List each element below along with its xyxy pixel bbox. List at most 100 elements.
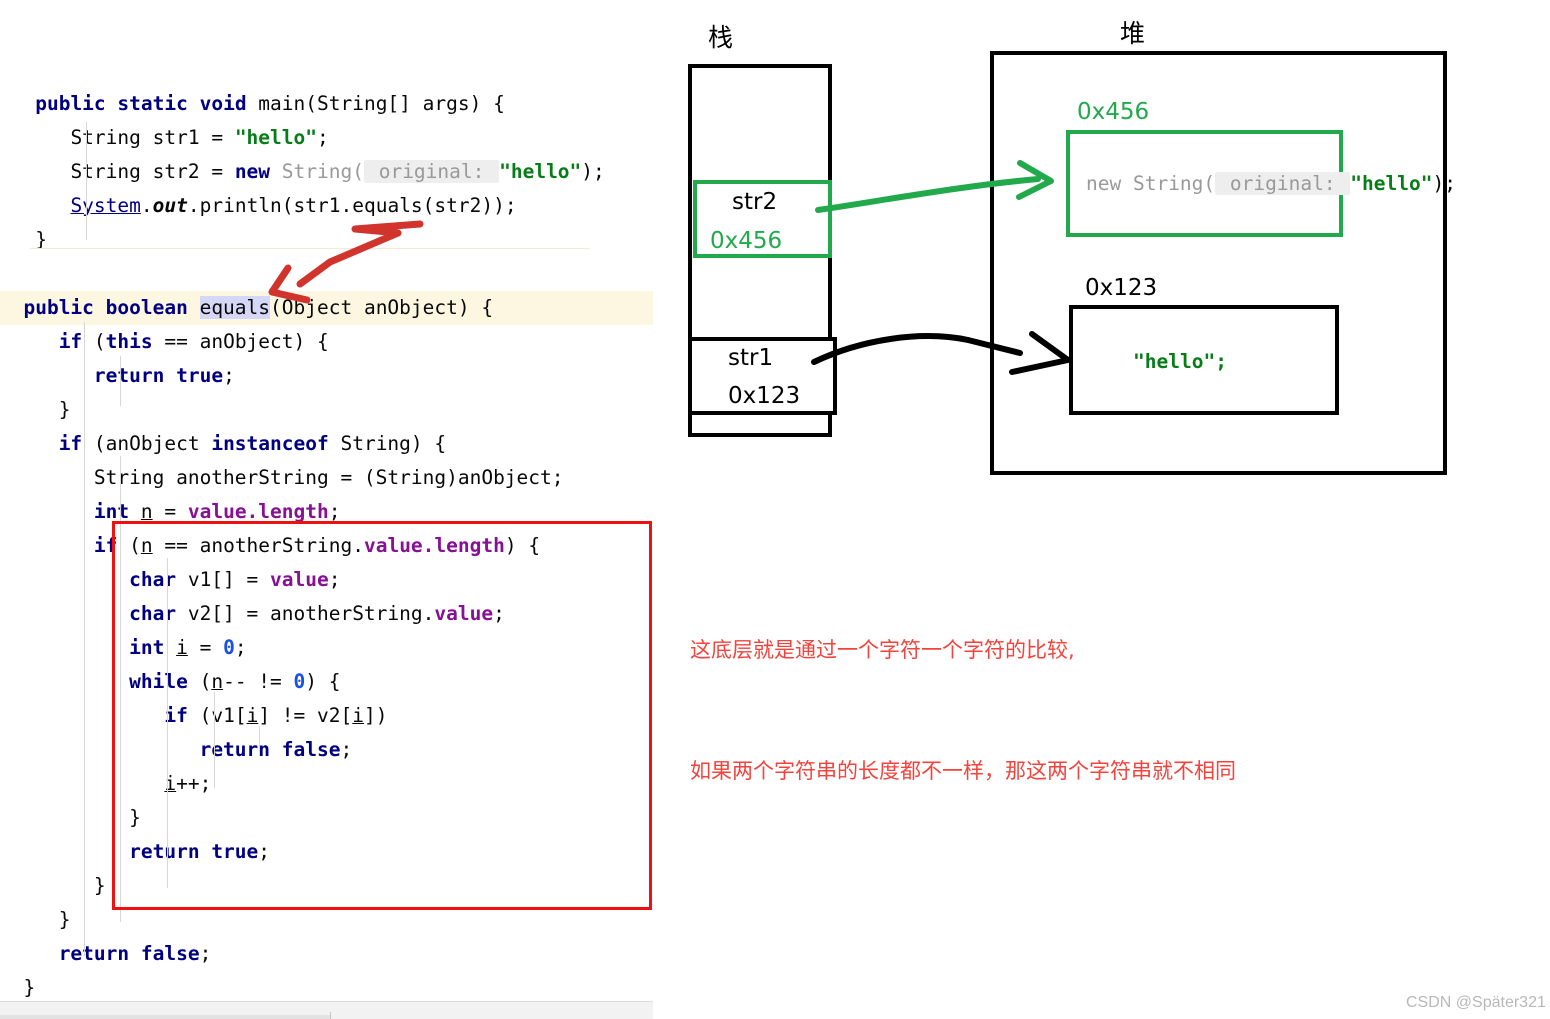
code-token: new [1086,172,1133,195]
code-line[interactable]: } [0,869,653,903]
code-line[interactable]: } [0,903,653,937]
indent-guide [84,322,85,956]
code-token: value.length [363,534,505,557]
heap-label: 堆 [1120,19,1146,48]
code-line[interactable]: return false; [0,937,653,971]
indent-guide [86,122,87,240]
code-line[interactable]: if (v1[i] != v2[i]) [0,699,653,733]
code-token: ; [317,126,329,149]
code-line[interactable] [0,257,653,291]
code-token: int [129,636,177,659]
code-line[interactable]: System.out.println(str1.equals(str2)); [0,189,653,223]
annotation-note-2: 如果两个字符串的长度都不一样，那这两个字符串就不相同 [690,759,1236,783]
editor-horizontal-scrollbar[interactable] [0,1001,653,1019]
code-token: ); [581,160,605,183]
code-line[interactable]: while (n-- != 0) { [0,665,653,699]
method-separator [30,248,590,249]
code-token: = [152,500,188,523]
code-token: original: [363,160,500,183]
indent-guide [120,456,121,922]
code-token: public [23,296,106,319]
code-token: "hello" [1133,350,1216,373]
code-token: ( [199,670,212,693]
code-token: return [129,840,212,863]
code-line[interactable]: String str1 = "hello"; [0,121,653,155]
code-token: ; [1215,350,1227,373]
code-line[interactable]: } [0,223,653,257]
code-line[interactable]: } [0,801,653,835]
code-editor-pane[interactable]: public static void main(String[] args) {… [0,0,653,1001]
code-token: == anObject) { [164,330,329,353]
code-token: while [129,670,200,693]
code-line[interactable]: if (n == anotherString.value.length) { [0,529,653,563]
code-token: } [23,976,36,999]
code-token: true [211,840,259,863]
code-token: n [140,534,153,557]
indent-guide [214,692,215,788]
code-token: ; [493,602,505,625]
code-token: 0 [293,670,306,693]
indent-guide [120,356,121,406]
code-line[interactable]: int n = value.length; [0,495,653,529]
heap-object-0x456-address: 0x456 [1077,99,1150,125]
code-token: value [434,602,494,625]
stack-cell-str1-address: 0x123 [728,383,801,409]
code-token: ) { [504,534,541,557]
code-line[interactable]: if (anObject instanceof String) { [0,427,653,461]
code-token: i [246,704,259,727]
code-token: i [352,704,364,727]
code-token: String anotherString = (String)anObject; [93,466,564,489]
code-token: main(String[] args) { [258,92,505,115]
code-line[interactable]: return true; [0,835,653,869]
code-line[interactable]: char v1[] = value; [0,563,653,597]
code-line[interactable]: } [0,393,653,427]
code-token: int [93,500,141,523]
code-token: if [93,534,130,557]
stack-cell-str2-name: str2 [732,189,778,215]
code-line[interactable]: public boolean equals(Object anObject) { [0,291,653,325]
indent-guide [167,558,168,888]
stack-label: 栈 [708,23,734,52]
code-token: original: [1215,172,1351,195]
code-token: . [140,194,153,217]
code-token: ; [199,942,212,965]
code-token: String( [1132,172,1216,195]
code-token: return [58,942,141,965]
code-token: (v1[ [199,704,247,727]
code-line[interactable]: char v2[] = anotherString.value; [0,597,653,631]
code-token: "hello" [234,126,317,149]
code-line[interactable]: i++; [0,767,653,801]
code-token: } [129,806,141,829]
heap-object-0x123-code: "hello"; [1133,350,1227,373]
code-token: ++; [176,772,212,795]
code-token: ; [328,500,341,523]
code-token: value [270,568,329,591]
scrollbar-thumb[interactable] [0,1015,330,1019]
stack-cell-str2-address: 0x456 [710,228,783,254]
code-token: static [117,92,200,115]
code-token: ( [129,534,141,557]
code-token: } [58,398,71,421]
code-line[interactable]: public static void main(String[] args) { [0,87,653,121]
code-line[interactable]: return false; [0,733,653,767]
code-token: char [129,602,188,625]
code-token: ; [223,364,235,387]
code-token: equals [199,296,271,319]
code-token: -- != [223,670,294,693]
code-token: 0 [223,636,235,659]
code-line[interactable]: } [0,971,653,1001]
code-token: (Object anObject) { [270,296,494,319]
code-line[interactable]: int i = 0; [0,631,653,665]
code-token: ; [328,568,341,591]
code-line[interactable]: if (this == anObject) { [0,325,653,359]
code-token: .println(str1.equals(str2)); [187,194,517,217]
code-token: if [58,432,94,455]
code-line[interactable]: String anotherString = (String)anObject; [0,461,653,495]
code-token: n [211,670,224,693]
code-token: ; [340,738,353,761]
code-token: String str1 = [70,126,235,149]
code-token: (anObject [93,432,212,455]
code-token: } [58,908,71,931]
code-line[interactable]: return true; [0,359,653,393]
code-line[interactable]: String str2 = new String( original: "hel… [0,155,653,189]
